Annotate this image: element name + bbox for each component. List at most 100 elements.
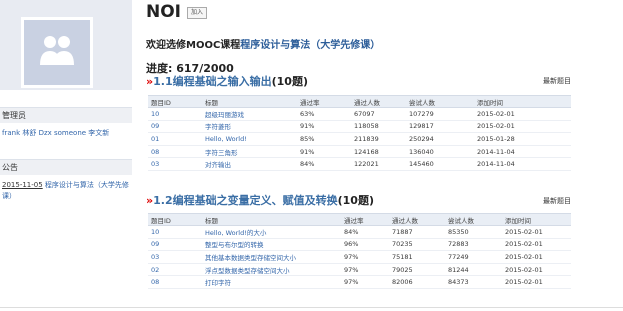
pass-rate: 97%	[341, 263, 389, 277]
col-header: 通过人数	[389, 213, 445, 226]
added-date: 2015-02-01	[474, 120, 571, 134]
problem-title-link[interactable]: 浮点型数据类型存储空间大小	[202, 263, 341, 277]
added-date: 2015-02-01	[502, 263, 571, 277]
added-date: 2015-01-28	[474, 132, 571, 146]
added-date: 2014-11-04	[474, 157, 571, 171]
col-header: 添加时间	[502, 213, 571, 226]
passed-count: 71887	[389, 225, 445, 239]
added-date: 2015-02-01	[502, 275, 571, 289]
welcome-prefix: 欢迎选修MOOC课程	[146, 40, 241, 51]
table-row[interactable]: 10 Hello, World!的大小 84% 71887 85350 2015-02-0…	[148, 225, 571, 239]
pass-rate: 91%	[297, 120, 351, 134]
table-header: 题目ID 标题 通过率 通过人数 尝试人数 添加时间	[148, 213, 571, 226]
tried-count: 84373	[445, 275, 502, 289]
passed-count: 67097	[351, 107, 406, 121]
col-header: 通过率	[341, 213, 389, 226]
problem-title-link[interactable]: 整型与布尔型的转换	[202, 238, 341, 252]
tried-count: 85350	[445, 225, 502, 239]
added-date: 2015-02-01	[502, 250, 571, 264]
table-row[interactable]: 08 字符三角形 91% 124168 136040 2014-11-04	[148, 145, 571, 159]
col-header: 添加时间	[474, 95, 571, 108]
passed-count: 79025	[389, 263, 445, 277]
table-row[interactable]: 03 对齐输出 84% 122021 145460 2014-11-04	[148, 157, 571, 171]
problem-title-link[interactable]: Hello, World!	[202, 132, 297, 146]
welcome-line: 欢迎选修MOOC课程程序设计与算法（大学先修课）	[146, 36, 380, 51]
admins-heading: 管理员	[0, 107, 132, 123]
pass-rate: 96%	[341, 238, 389, 252]
pass-rate: 63%	[297, 107, 351, 121]
problem-table-2: 题目ID 标题 通过率 通过人数 尝试人数 添加时间 10 Hello, Worl…	[148, 213, 571, 289]
problem-title-link[interactable]: 其他基本数据类型存储空间大小	[202, 250, 341, 264]
pass-rate: 91%	[297, 145, 351, 159]
table-row[interactable]: 08 打印字符 97% 82006 84373 2015-02-01	[148, 275, 571, 289]
newest-problems-link[interactable]: 最新题目	[543, 196, 571, 206]
problem-id[interactable]: 08	[148, 145, 202, 159]
table-row[interactable]: 01 Hello, World! 85% 211839 250294 2015-01-28	[148, 132, 571, 146]
problem-title-link[interactable]: 字符三角形	[202, 145, 297, 159]
pass-rate: 85%	[297, 132, 351, 146]
tried-count: 129817	[406, 120, 474, 134]
pass-rate: 97%	[341, 275, 389, 289]
tried-count: 145460	[406, 157, 474, 171]
notice-item[interactable]: 2015-11-05 程序设计与算法（大学先修课）	[2, 180, 132, 202]
col-header: 尝试人数	[406, 95, 474, 108]
problem-id[interactable]: 10	[148, 225, 202, 239]
avatar-frame	[21, 17, 93, 88]
problem-id[interactable]: 01	[148, 132, 202, 146]
table-row[interactable]: 09 字符菱形 91% 118058 129817 2015-02-01	[148, 120, 571, 134]
section-title-1[interactable]: »1.1编程基础之输入输出(10题)	[146, 73, 308, 89]
pass-rate: 84%	[341, 225, 389, 239]
problem-id[interactable]: 09	[148, 120, 202, 134]
col-header: 题目ID	[148, 95, 202, 108]
problem-table-1: 题目ID 标题 通过率 通过人数 尝试人数 添加时间 10 超级玛丽游戏 63% 67…	[148, 95, 571, 171]
group-users-icon	[40, 36, 74, 65]
problem-id[interactable]: 03	[148, 157, 202, 171]
tried-count: 250294	[406, 132, 474, 146]
bottom-divider	[0, 307, 623, 308]
problem-id[interactable]: 09	[148, 238, 202, 252]
added-date: 2015-02-01	[502, 225, 571, 239]
table-row[interactable]: 09 整型与布尔型的转换 96% 70235 72883 2015-02-01	[148, 238, 571, 252]
problem-id[interactable]: 10	[148, 107, 202, 121]
table-row[interactable]: 03 其他基本数据类型存储空间大小 97% 75181 77249 2015-02-01	[148, 250, 571, 264]
added-date: 2015-02-01	[474, 107, 571, 121]
passed-count: 82006	[389, 275, 445, 289]
col-header: 标题	[202, 213, 341, 226]
added-date: 2014-11-04	[474, 145, 571, 159]
admins-list[interactable]: frank 林舒 Dzx someone 李文新	[2, 128, 132, 139]
problem-title-link[interactable]: 对齐输出	[202, 157, 297, 171]
notice-date: 2015-11-05	[2, 181, 43, 189]
passed-count: 124168	[351, 145, 406, 159]
problem-id[interactable]: 03	[148, 250, 202, 264]
section-count: (10题)	[337, 194, 374, 207]
table-row[interactable]: 10 超级玛丽游戏 63% 67097 107279 2015-02-01	[148, 107, 571, 121]
problem-title-link[interactable]: 超级玛丽游戏	[202, 107, 297, 121]
avatar	[0, 0, 132, 90]
problem-title-link[interactable]: 字符菱形	[202, 120, 297, 134]
tried-count: 136040	[406, 145, 474, 159]
newest-problems-link[interactable]: 最新题目	[543, 76, 571, 86]
passed-count: 211839	[351, 132, 406, 146]
problem-title-link[interactable]: 打印字符	[202, 275, 341, 289]
passed-count: 70235	[389, 238, 445, 252]
passed-count: 75181	[389, 250, 445, 264]
notice-heading: 公告	[0, 159, 132, 175]
join-button[interactable]: 加入	[187, 7, 208, 19]
pass-rate: 97%	[341, 250, 389, 264]
problem-id[interactable]: 02	[148, 263, 202, 277]
section-title-2[interactable]: »1.2编程基础之变量定义、赋值及转换(10题)	[146, 192, 374, 208]
tried-count: 77249	[445, 250, 502, 264]
col-header: 通过人数	[351, 95, 406, 108]
passed-count: 118058	[351, 120, 406, 134]
col-header: 题目ID	[148, 213, 202, 226]
tried-count: 81244	[445, 263, 502, 277]
course-name: NOI	[146, 2, 182, 22]
course-link[interactable]: 程序设计与算法（大学先修课）	[240, 40, 380, 51]
table-row[interactable]: 02 浮点型数据类型存储空间大小 97% 79025 81244 2015-02-01	[148, 263, 571, 277]
section-name: 1.1编程基础之输入输出	[153, 75, 272, 88]
col-header: 尝试人数	[445, 213, 502, 226]
problem-id[interactable]: 08	[148, 275, 202, 289]
problem-title-link[interactable]: Hello, World!的大小	[202, 225, 341, 239]
section-name: 1.2编程基础之变量定义、赋值及转换	[153, 194, 338, 207]
tried-count: 107279	[406, 107, 474, 121]
